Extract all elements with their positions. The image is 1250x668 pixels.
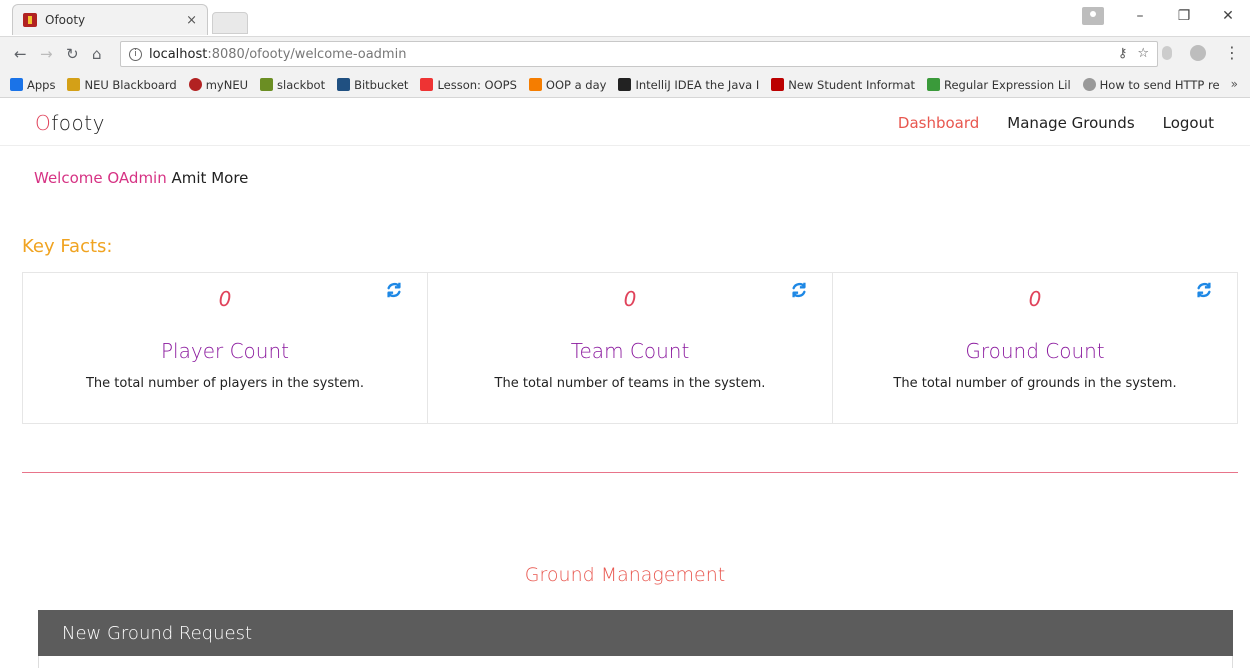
bookmark-label: NEU Blackboard bbox=[84, 77, 177, 92]
bookmark-label: myNEU bbox=[205, 77, 249, 92]
site-navbar: Ofooty Dashboard Manage Grounds Logout bbox=[0, 100, 1250, 146]
bookmark-item[interactable]: New Student Informat bbox=[771, 78, 915, 92]
bookmark-label: Regular Expression Lil bbox=[944, 77, 1071, 92]
bookmark-item[interactable]: Apps bbox=[10, 78, 55, 92]
url-path: :8080/ofooty/welcome-oadmin bbox=[207, 46, 407, 62]
bookmark-item[interactable]: OOP a day bbox=[528, 77, 607, 92]
bookmarks-bar: Apps NEU Blackboard myNEU slackbot Bitbu… bbox=[0, 72, 1250, 98]
key-facts-heading: Key Facts: bbox=[22, 236, 113, 257]
welcome-message: Welcome OAdmin Amit More bbox=[34, 169, 248, 187]
browser-toolbar: ← → ↻ ⌂ i localhost:8080/ofooty/welcome-… bbox=[0, 36, 1250, 72]
tab-close-icon[interactable]: × bbox=[186, 13, 197, 28]
browser-tabstrip: Ofooty × – ❐ ✕ bbox=[0, 0, 1250, 36]
refresh-icon[interactable] bbox=[790, 281, 808, 299]
profile-icon[interactable] bbox=[1082, 7, 1104, 25]
menu-kebab-icon[interactable]: ⋮ bbox=[1224, 45, 1240, 61]
back-icon[interactable]: ← bbox=[14, 45, 27, 63]
blackboard-icon bbox=[67, 78, 81, 91]
bookmark-star-icon[interactable]: ☆ bbox=[1137, 46, 1149, 61]
adblock-icon[interactable] bbox=[1190, 45, 1206, 61]
extension-icon[interactable] bbox=[1162, 46, 1172, 60]
new-ground-request-panel-header[interactable]: New Ground Request bbox=[38, 610, 1233, 656]
new-ground-request-panel-body bbox=[38, 656, 1233, 668]
bookmark-item[interactable]: IntelliJ IDEA the Java I bbox=[618, 78, 759, 92]
team-count-title: Team Count bbox=[570, 339, 690, 363]
oracle-icon bbox=[420, 78, 434, 91]
new-tab-button[interactable] bbox=[212, 12, 248, 34]
section-divider bbox=[22, 472, 1238, 473]
blogger-icon bbox=[528, 78, 542, 91]
site-logo[interactable]: Ofooty bbox=[35, 111, 105, 135]
forward-icon[interactable]: → bbox=[40, 45, 53, 63]
restore-icon[interactable]: ❐ bbox=[1162, 1, 1206, 31]
ground-management-heading: Ground Management bbox=[524, 564, 726, 586]
intellij-icon bbox=[618, 78, 632, 91]
player-count-description: The total number of players in the syste… bbox=[85, 376, 365, 391]
nav-dashboard[interactable]: Dashboard bbox=[898, 114, 979, 132]
tab-title: Ofooty bbox=[45, 13, 86, 27]
site-info-icon[interactable]: i bbox=[129, 47, 142, 61]
regex-icon bbox=[927, 78, 940, 91]
hash-icon bbox=[260, 78, 274, 91]
ground-count-description: The total number of grounds in the syste… bbox=[893, 376, 1177, 391]
bookmark-label: Lesson: OOPS bbox=[437, 77, 517, 92]
logo-text: footy bbox=[51, 111, 105, 135]
key-facts-cards: 0 Player Count The total number of playe… bbox=[22, 272, 1238, 424]
welcome-user-name: Amit More bbox=[171, 169, 249, 187]
url-host: localhost bbox=[149, 46, 208, 62]
team-count-value: 0 bbox=[623, 287, 637, 311]
bookmark-item[interactable]: Bitbucket bbox=[337, 78, 408, 92]
ground-count-title: Ground Count bbox=[965, 339, 1105, 363]
bookmark-item[interactable]: How to send HTTP re bbox=[1082, 77, 1220, 92]
paw-icon bbox=[188, 78, 202, 91]
bookmark-label: slackbot bbox=[277, 77, 326, 92]
question-icon bbox=[1082, 78, 1096, 91]
nav-logout[interactable]: Logout bbox=[1163, 114, 1214, 132]
bookmark-item[interactable]: NEU Blackboard bbox=[67, 77, 177, 92]
player-count-title: Player Count bbox=[161, 339, 289, 363]
minimize-icon[interactable]: – bbox=[1118, 1, 1162, 31]
ground-count-card: 0 Ground Count The total number of groun… bbox=[833, 273, 1237, 423]
apps-grid-icon bbox=[10, 78, 23, 91]
address-bar[interactable]: i localhost:8080/ofooty/welcome-oadmin ⚷… bbox=[120, 41, 1158, 67]
bitbucket-icon bbox=[337, 78, 351, 91]
home-icon[interactable]: ⌂ bbox=[92, 45, 102, 63]
team-count-card: 0 Team Count The total number of teams i… bbox=[428, 273, 833, 423]
logo-o: O bbox=[35, 111, 52, 135]
window-controls: – ❐ ✕ bbox=[1082, 0, 1250, 32]
bookmark-item[interactable]: slackbot bbox=[260, 78, 325, 92]
bookmark-label: OOP a day bbox=[545, 77, 607, 92]
bookmark-label: IntelliJ IDEA the Java I bbox=[635, 77, 760, 92]
bookmark-label: Bitbucket bbox=[354, 77, 409, 92]
welcome-role: Welcome OAdmin bbox=[34, 169, 167, 187]
player-count-value: 0 bbox=[218, 287, 232, 311]
bookmark-label: How to send HTTP re bbox=[1099, 77, 1220, 92]
team-count-description: The total number of teams in the system. bbox=[494, 376, 766, 391]
key-icon[interactable]: ⚷ bbox=[1118, 46, 1128, 61]
bookmarks-overflow-icon[interactable]: » bbox=[1231, 77, 1238, 91]
bookmark-item[interactable]: myNEU bbox=[188, 77, 249, 92]
bookmark-label: Apps bbox=[27, 77, 56, 92]
browser-tab[interactable]: Ofooty × bbox=[12, 4, 208, 35]
close-window-icon[interactable]: ✕ bbox=[1206, 1, 1250, 31]
player-count-card: 0 Player Count The total number of playe… bbox=[23, 273, 428, 423]
nav-manage-grounds[interactable]: Manage Grounds bbox=[1007, 114, 1134, 132]
reload-icon[interactable]: ↻ bbox=[66, 45, 79, 63]
bookmark-item[interactable]: Regular Expression Lil bbox=[927, 78, 1071, 92]
bookmark-label: New Student Informat bbox=[788, 77, 915, 92]
bookmark-item[interactable]: Lesson: OOPS bbox=[420, 77, 517, 92]
ground-count-value: 0 bbox=[1028, 287, 1042, 311]
ofooty-favicon-icon bbox=[23, 13, 37, 27]
n-logo-icon bbox=[771, 78, 785, 91]
refresh-icon[interactable] bbox=[385, 281, 403, 299]
nav-links: Dashboard Manage Grounds Logout bbox=[898, 114, 1214, 132]
refresh-icon[interactable] bbox=[1195, 281, 1213, 299]
